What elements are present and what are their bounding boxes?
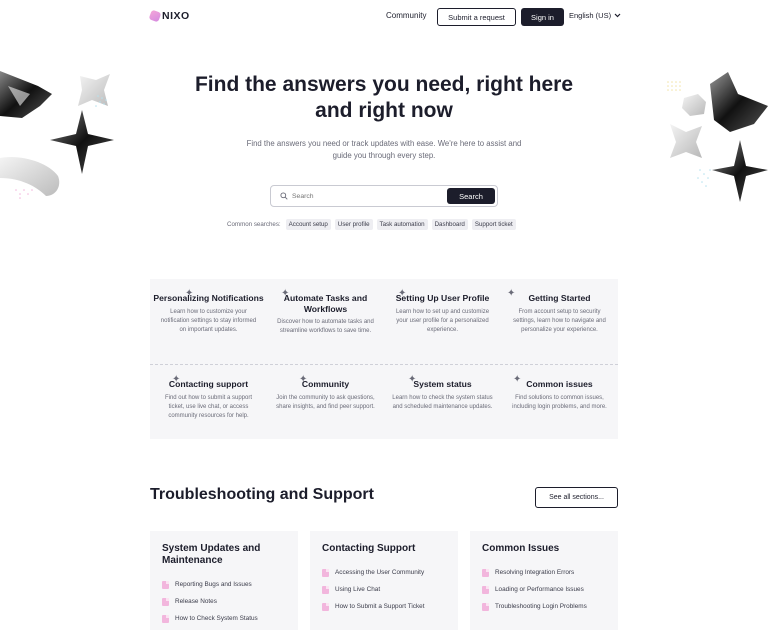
common-search-chip[interactable]: Account setup [285, 219, 331, 230]
hero-subtitle: Find the answers you need or track updat… [246, 139, 522, 160]
sign-in-button[interactable]: Sign in [521, 8, 564, 26]
category-card-automate[interactable]: ✦ Automate Tasks and Workflows Discover … [267, 289, 384, 336]
article-title: How to Submit a Support Ticket [335, 603, 425, 610]
language-label: English (US) [569, 11, 612, 20]
nav-community-link[interactable]: Community [386, 11, 426, 20]
category-title: Getting Started [528, 293, 591, 303]
section-card-contacting-support: Contacting Support Accessing the User Co… [310, 531, 458, 630]
article-title: Release Notes [175, 598, 217, 605]
common-searches-label: Common searches: [227, 221, 281, 228]
article-title: Resolving Integration Errors [495, 569, 575, 576]
document-icon [482, 568, 489, 577]
site-header: NIXO Community Submit a request Sign in … [0, 0, 768, 32]
section-card-title: System Updates and Maintenance [162, 543, 261, 566]
language-selector[interactable]: English (US) [569, 11, 621, 20]
troubleshooting-title: Troubleshooting and Support [150, 486, 374, 503]
search-button[interactable]: Search [447, 188, 495, 204]
document-icon [322, 568, 329, 577]
section-card-system-updates: System Updates and Maintenance Reporting… [150, 531, 298, 630]
see-all-sections-button[interactable]: See all sections... [535, 487, 618, 508]
category-card-contacting-support[interactable]: ✦ Contacting support Find out how to sub… [150, 375, 267, 421]
category-description: Discover how to automate tasks and strea… [277, 319, 374, 334]
article-title: Accessing the User Community [335, 569, 425, 576]
decorative-3d-shapes-right [667, 72, 768, 202]
article-list: Reporting Bugs and Issues Release Notes … [162, 576, 286, 627]
category-title: Community [301, 379, 350, 389]
hero-title: Find the answers you need, right here an… [194, 73, 574, 122]
common-search-chip[interactable]: Support ticket [471, 219, 516, 230]
decorative-3d-shapes-left [0, 71, 114, 199]
article-link[interactable]: How to Submit a Support Ticket [322, 598, 446, 615]
section-card-title: Contacting Support [322, 543, 416, 554]
category-description: Find solutions to common issues, includi… [512, 394, 607, 410]
category-grid: ✦ Personalizing Notifications Learn how … [150, 279, 618, 439]
category-description: Learn how to check the system status and… [392, 394, 493, 410]
search-bar: Search [270, 185, 498, 207]
category-card-community[interactable]: ✦ Community Join the community to ask qu… [267, 375, 384, 412]
article-link[interactable]: Loading or Performance Issues [482, 581, 606, 598]
document-icon [162, 597, 169, 606]
logo[interactable]: NIXO [148, 9, 190, 23]
category-title: Personalizing Notifications [153, 293, 264, 303]
search-icon [276, 192, 292, 200]
chevron-down-icon [614, 13, 621, 18]
article-title: Using Live Chat [335, 586, 381, 593]
category-card-user-profile[interactable]: ✦ Setting Up User Profile Learn how to s… [384, 289, 501, 335]
submit-request-button[interactable]: Submit a request [437, 8, 516, 26]
section-card-common-issues: Common Issues Resolving Integration Erro… [470, 531, 618, 630]
common-searches: Common searches: Account setup User prof… [227, 219, 516, 230]
category-title: System status [413, 379, 472, 389]
document-icon [162, 614, 169, 623]
category-title: Contacting support [168, 379, 249, 389]
category-card-common-issues[interactable]: ✦ Common issues Find solutions to common… [501, 375, 618, 412]
common-search-chip[interactable]: Task automation [376, 219, 428, 230]
document-icon [162, 580, 169, 589]
article-list: Accessing the User Community Using Live … [322, 564, 446, 615]
article-title: Troubleshooting Login Problems [495, 603, 587, 610]
category-description: Join the community to ask questions, sha… [276, 394, 375, 410]
section-card-title: Common Issues [482, 543, 560, 554]
search-input[interactable] [292, 187, 447, 205]
category-title: Setting Up User Profile [395, 293, 490, 303]
logo-text: NIXO [162, 10, 190, 22]
article-list: Resolving Integration Errors Loading or … [482, 564, 606, 615]
logo-mark-icon [148, 9, 162, 23]
article-title: Loading or Performance Issues [495, 586, 584, 593]
article-link[interactable]: Accessing the User Community [322, 564, 446, 581]
article-title: Reporting Bugs and Issues [175, 581, 252, 588]
category-description: Learn how to set up and customize your u… [395, 308, 490, 333]
category-title: Automate Tasks and Workflows [283, 293, 368, 314]
document-icon [322, 602, 329, 611]
category-description: Find out how to submit a support ticket,… [164, 394, 253, 419]
article-title: How to Check System Status [175, 615, 258, 622]
common-search-chip[interactable]: Dashboard [431, 219, 468, 230]
article-link[interactable]: Release Notes [162, 593, 286, 610]
document-icon [482, 602, 489, 611]
article-link[interactable]: Resolving Integration Errors [482, 564, 606, 581]
category-card-system-status[interactable]: ✦ System status Learn how to check the s… [384, 375, 501, 412]
article-link[interactable]: Using Live Chat [322, 581, 446, 598]
article-link[interactable]: Troubleshooting Login Problems [482, 598, 606, 615]
article-link[interactable]: How to Check System Status [162, 610, 286, 627]
grid-divider [150, 364, 618, 365]
category-description: Learn how to customize your notification… [160, 308, 257, 333]
article-link[interactable]: Reporting Bugs and Issues [162, 576, 286, 593]
document-icon [482, 585, 489, 594]
document-icon [322, 585, 329, 594]
common-search-chip[interactable]: User profile [334, 219, 373, 230]
category-title: Common issues [526, 379, 593, 389]
category-card-getting-started[interactable]: ✦ Getting Started From account setup to … [501, 289, 618, 335]
category-description: From account setup to security settings,… [513, 308, 606, 333]
category-card-notifications[interactable]: ✦ Personalizing Notifications Learn how … [150, 289, 267, 335]
